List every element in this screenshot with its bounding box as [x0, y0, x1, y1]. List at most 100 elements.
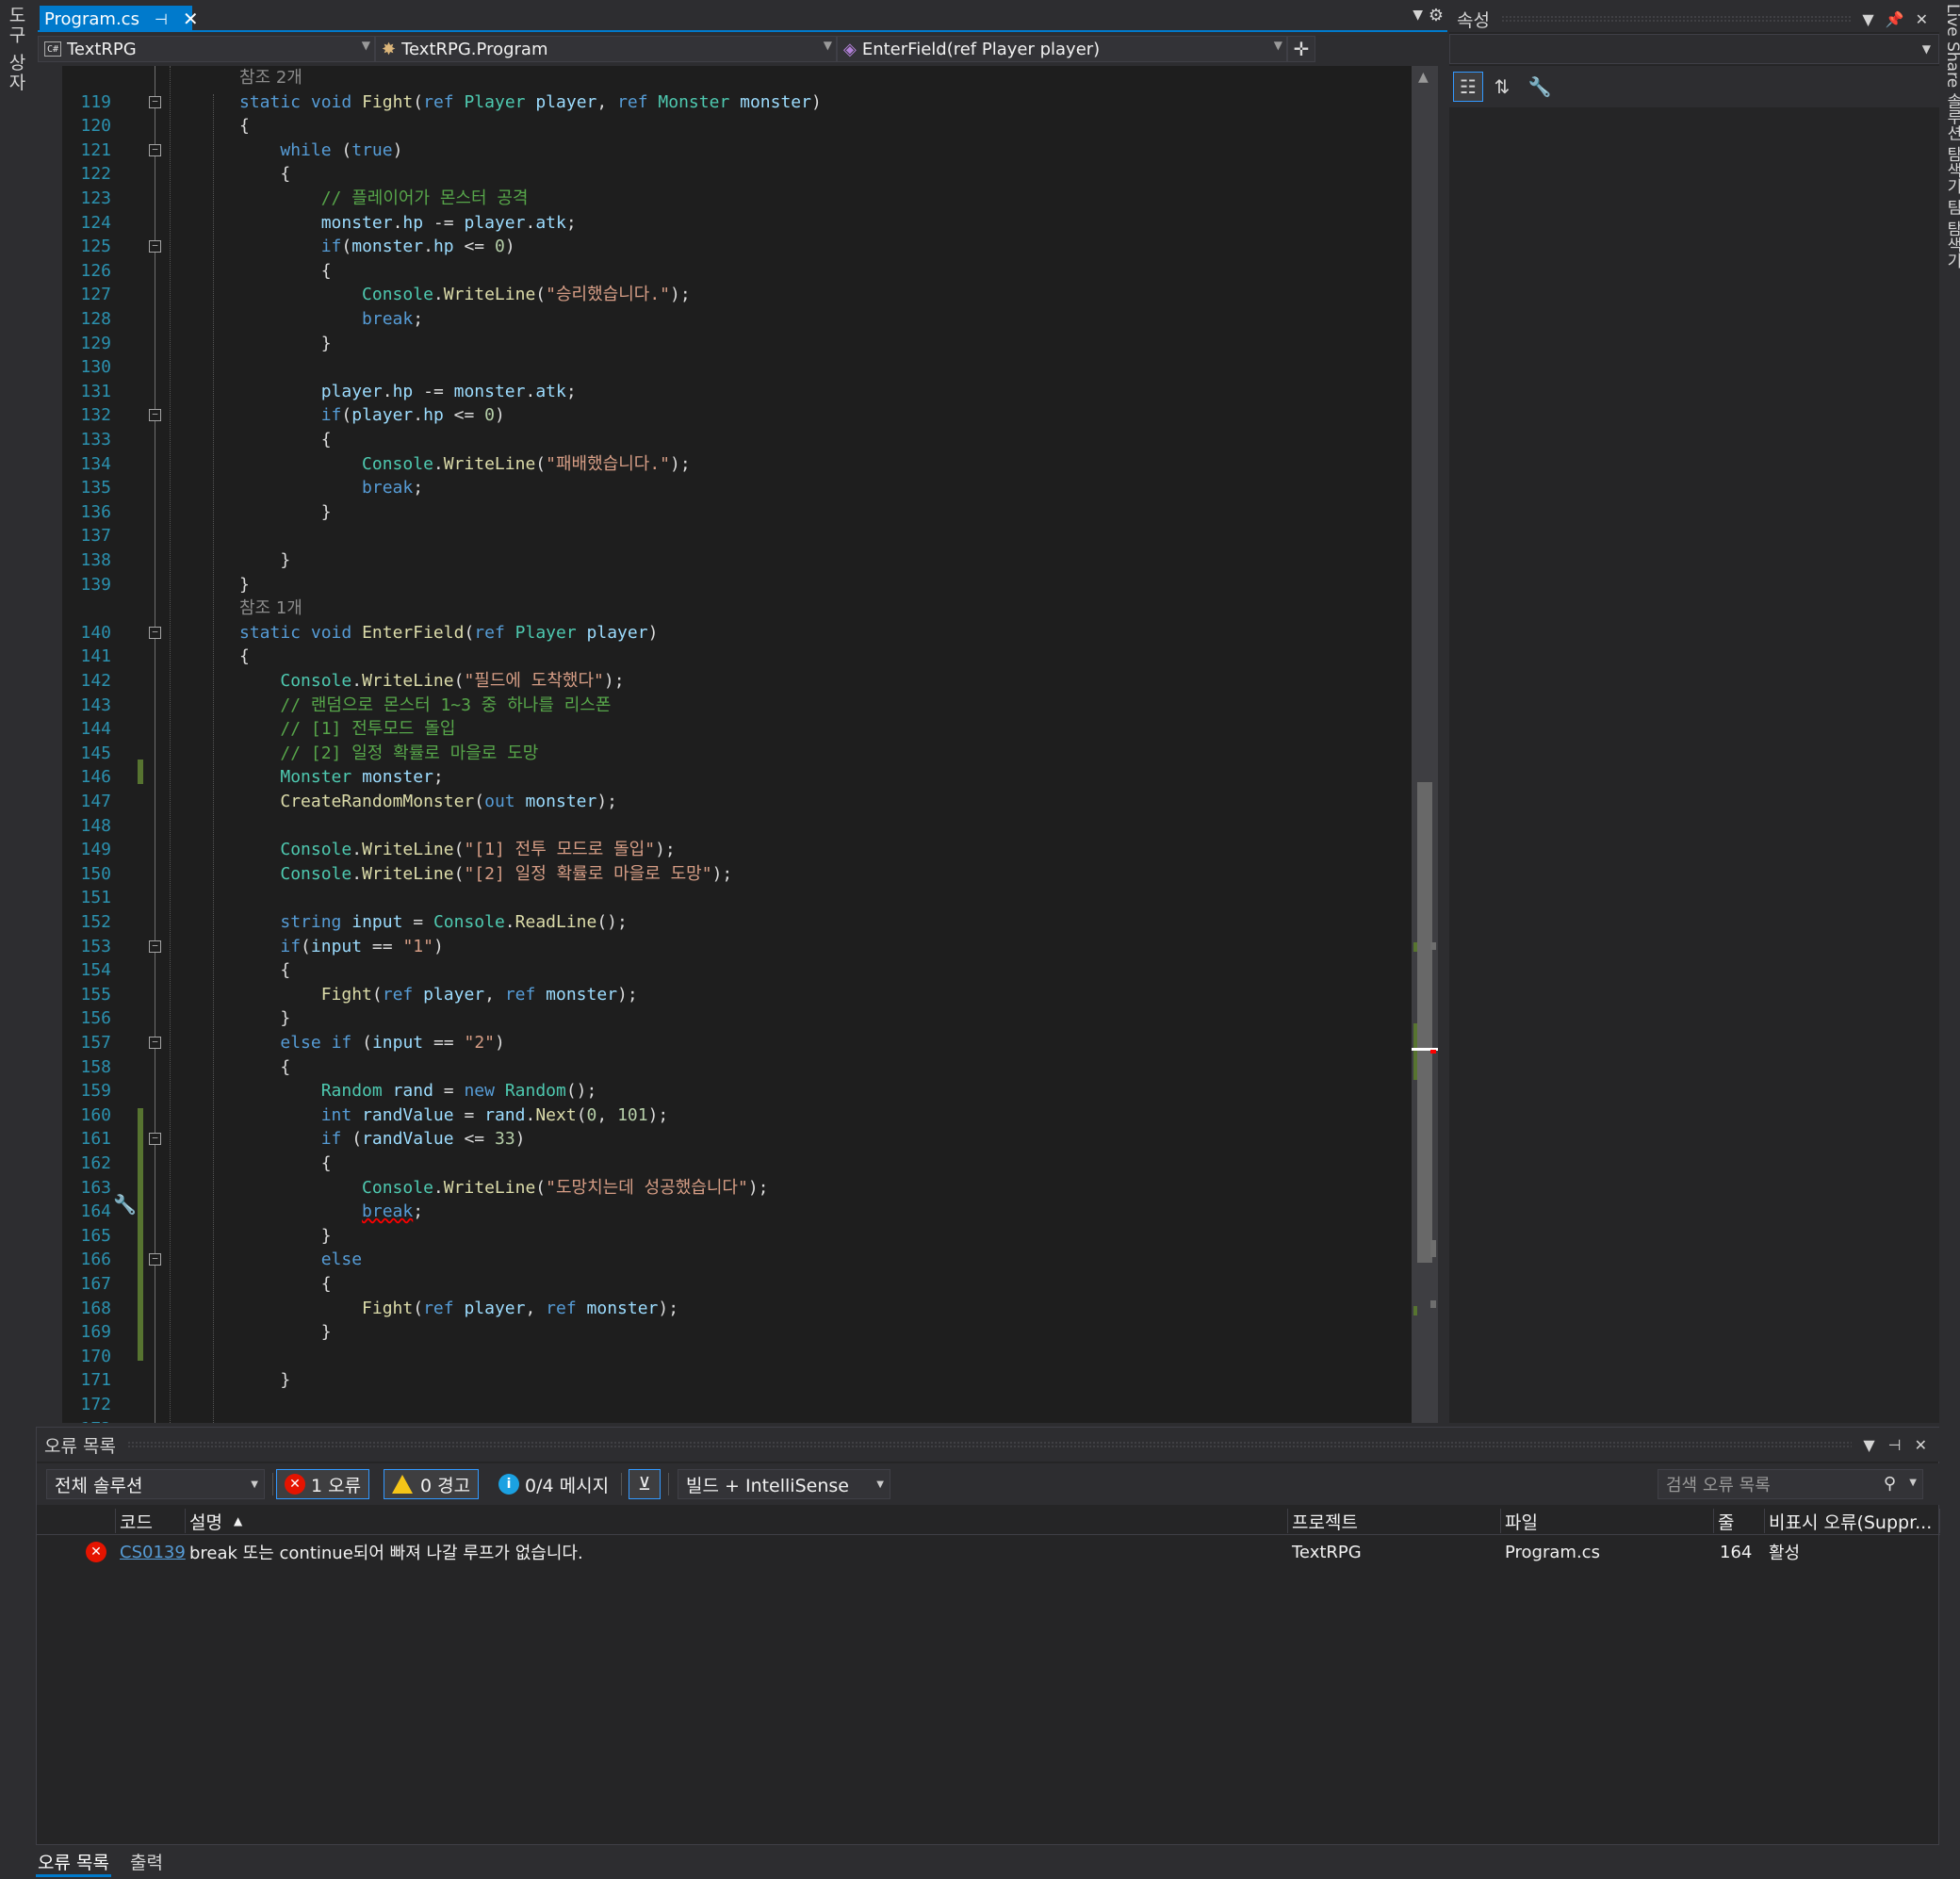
collapse-icon[interactable]: − — [149, 409, 161, 422]
line-number: 120 — [80, 116, 111, 137]
tab-output[interactable]: 출력 — [128, 1845, 165, 1877]
error-code-link[interactable]: CS0139 — [120, 1541, 186, 1563]
collapse-icon[interactable]: − — [149, 1253, 161, 1266]
code-text: Console.WriteLine("승리했습니다."); — [362, 285, 691, 305]
gear-icon[interactable]: ⚙ — [1429, 6, 1444, 25]
errors-count: 1 오류 — [311, 1475, 362, 1496]
header-file[interactable]: 파일 — [1501, 1509, 1714, 1533]
line-number: 156 — [80, 1008, 111, 1029]
editor-margin — [38, 66, 62, 1423]
reference-count[interactable]: 참조 2개 — [239, 66, 302, 90]
code-text: if(monster.hp <= 0) — [320, 237, 515, 257]
tab-program-cs[interactable]: Program.cs ⊣ ✕ — [40, 6, 199, 32]
header-line[interactable]: 줄 — [1714, 1509, 1765, 1533]
collapse-icon[interactable]: − — [149, 143, 161, 156]
scope-combo[interactable]: 전체 솔루션 ▼ — [46, 1469, 265, 1499]
close-icon[interactable]: ✕ — [183, 8, 199, 30]
line-number: 128 — [80, 309, 111, 329]
collapse-icon[interactable]: − — [149, 940, 161, 953]
close-icon[interactable]: ✕ — [1915, 1436, 1927, 1454]
object-selector[interactable]: ▼ — [1449, 34, 1939, 64]
line-number: 133 — [80, 430, 111, 449]
header-description[interactable]: 설명 ▲ — [186, 1509, 1288, 1533]
code-line: 160 int randValue = rand.Next(0, 101); — [62, 1103, 1412, 1127]
line-number: 121 — [80, 139, 111, 160]
window-menu-icon[interactable]: ▼ — [1863, 1436, 1874, 1454]
project-combo[interactable]: C# TextRPG ▼ — [38, 36, 375, 62]
scope-label: 전체 솔루션 — [55, 1475, 143, 1496]
collapse-icon[interactable]: − — [149, 1133, 161, 1146]
split-editor-icon[interactable]: ✛ — [1287, 36, 1315, 62]
header-icon-col[interactable] — [37, 1509, 116, 1533]
categorized-icon[interactable]: ☷ — [1453, 72, 1483, 102]
codelens-reference[interactable]: 참조 1개 — [62, 596, 1412, 620]
header-suppression[interactable]: 비표시 오류(Suppr... — [1765, 1509, 1940, 1533]
window-menu-icon[interactable]: ▼ — [1862, 10, 1873, 28]
csharp-project-icon: C# — [44, 41, 61, 57]
right-tool-strip: Live Share 솔루션 탐색기 팀 탐색기 — [1941, 0, 1960, 1879]
code-line: 153 − if(input == "1") — [62, 935, 1412, 958]
errors-filter-button[interactable]: ✕ 1 오류 — [276, 1469, 370, 1499]
header-project[interactable]: 프로젝트 — [1288, 1509, 1501, 1533]
close-icon[interactable]: ✕ — [1916, 10, 1928, 28]
code-editor[interactable]: 참조 2개 119 − static void Fight(ref Player pl… — [62, 66, 1412, 1423]
code-text: // [1] 전투모드 돌입 — [280, 719, 456, 740]
property-pages-icon[interactable]: 🔧 — [1525, 72, 1555, 102]
collapse-icon[interactable]: − — [149, 626, 161, 639]
line-number: 169 — [80, 1322, 111, 1343]
code-text: { — [239, 116, 250, 137]
pin-icon[interactable]: ⊣ — [1888, 1436, 1902, 1454]
left-tool-strip: 도구 상자 — [0, 0, 34, 1879]
table-row[interactable]: ✕ CS0139 break 또는 continue되어 빠져 나갈 루프가 없… — [37, 1537, 1940, 1567]
code-text: if(player.hp <= 0) — [320, 405, 505, 426]
code-text: player.hp -= monster.atk; — [320, 381, 577, 401]
member-combo[interactable]: ◈ EnterField(ref Player player) ▼ — [837, 36, 1287, 62]
code-text: CreateRandomMonster(out monster); — [280, 792, 618, 811]
line-number: 130 — [80, 357, 111, 378]
filter-icon[interactable]: ⊻ — [629, 1469, 661, 1499]
line-number: 171 — [80, 1370, 111, 1391]
scroll-up-icon[interactable]: ▲ — [1418, 70, 1429, 85]
reference-count[interactable]: 참조 1개 — [239, 596, 302, 620]
scrollbar-thumb[interactable] — [1417, 782, 1432, 1263]
code-line: 120 { — [62, 114, 1412, 138]
collapse-icon[interactable]: − — [149, 95, 161, 108]
pin-icon[interactable]: ⊣ — [155, 10, 168, 28]
collapse-icon[interactable]: − — [149, 240, 161, 253]
collapse-icon[interactable]: − — [149, 1037, 161, 1049]
messages-count: 0/4 메시지 — [525, 1475, 610, 1496]
error-list-title: 오류 목록 — [44, 1435, 116, 1457]
code-line: 152 string input = Console.ReadLine(); — [62, 910, 1412, 934]
alphabetical-icon[interactable]: ⇅ — [1487, 72, 1517, 102]
codelens-reference[interactable]: 참조 2개 — [62, 66, 1412, 90]
quick-action-icon[interactable]: 🔧 — [113, 1193, 137, 1216]
code-text: break; — [362, 309, 424, 329]
code-line: 173 — [62, 1417, 1412, 1423]
tab-error-list[interactable]: 오류 목록 — [36, 1845, 111, 1877]
chevron-down-icon[interactable]: ▼ — [1909, 1478, 1917, 1488]
right-strip-tabs[interactable]: Live Share 솔루션 탐색기 팀 탐색기 — [1941, 4, 1960, 269]
code-text: else if (input == "2") — [280, 1033, 505, 1053]
change-mark — [1413, 1023, 1417, 1080]
line-number: 131 — [80, 381, 111, 401]
line-number: 152 — [80, 912, 111, 932]
toolbox-tab[interactable]: 도구 상자 — [4, 6, 29, 92]
code-line: 137 — [62, 524, 1412, 547]
code-text: } — [239, 501, 332, 522]
search-icon[interactable]: ⚲ — [1884, 1474, 1896, 1494]
title-grip — [1500, 15, 1852, 23]
code-line: 121 − while (true) — [62, 139, 1412, 162]
error-search-input[interactable]: 검색 오류 목록 ⚲ ▼ — [1658, 1469, 1923, 1499]
tab-dropdown-icon[interactable]: ▼ — [1413, 8, 1423, 23]
type-combo[interactable]: ✸ TextRPG.Program ▼ — [375, 36, 837, 62]
pin-icon[interactable]: 📌 — [1886, 10, 1904, 28]
error-icon: ✕ — [86, 1541, 112, 1563]
header-code[interactable]: 코드 — [116, 1509, 186, 1533]
code-text: Fight(ref player, ref monster); — [320, 984, 638, 1005]
messages-filter-button[interactable]: i 0/4 메시지 — [491, 1469, 616, 1499]
editor-vertical-scrollbar[interactable]: ▲ — [1412, 66, 1438, 1423]
warnings-filter-button[interactable]: 0 경고 — [384, 1469, 480, 1499]
build-source-combo[interactable]: 빌드 + IntelliSense ▼ — [678, 1469, 890, 1499]
code-line: 154 { — [62, 958, 1412, 982]
code-line: 146 Monster monster; — [62, 765, 1412, 789]
